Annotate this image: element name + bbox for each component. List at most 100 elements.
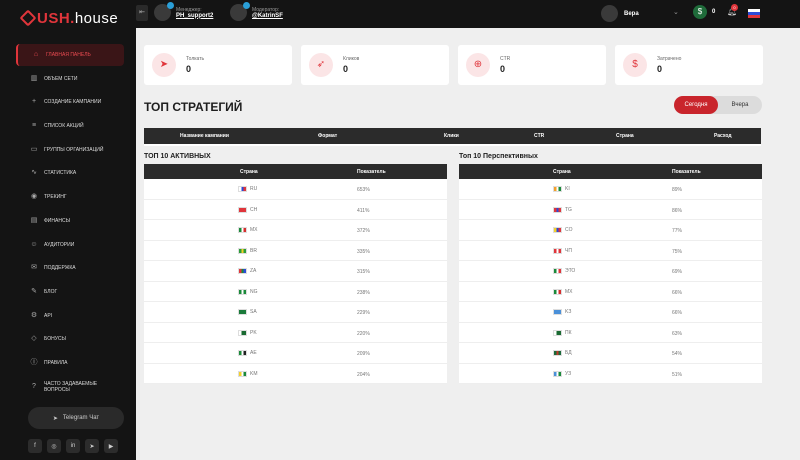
strategies-column[interactable]: Расход: [714, 133, 732, 139]
audience-icon: ☺: [30, 240, 38, 248]
collapse-sidebar-button[interactable]: ⇤: [136, 5, 148, 21]
indicator-value: 229%: [357, 310, 370, 316]
country-flag-icon: [553, 309, 562, 315]
table-row: KI 89%: [459, 179, 762, 200]
youtube-icon[interactable]: ▶: [104, 439, 118, 453]
instagram-icon[interactable]: ◎: [47, 439, 61, 453]
table-row: SA 229%: [144, 302, 447, 323]
country-flag-icon: [238, 186, 247, 192]
sidebar-item[interactable]: ⌂ Главная панель: [16, 44, 124, 66]
telegram-icon[interactable]: ➤: [85, 439, 99, 453]
sidebar-item[interactable]: ▭ Группы организаций: [16, 139, 124, 161]
country-cell: NG: [238, 288, 258, 295]
toggle-today[interactable]: Сегодня: [674, 96, 718, 114]
chevron-down-icon[interactable]: ⌄: [673, 8, 679, 16]
country-flag-icon: [238, 206, 247, 213]
table-header: Страна Показатель: [459, 164, 762, 179]
top-active-table: Страна Показатель RU 653% CH 411% MX 372% BR 33…: [144, 164, 447, 384]
strategies-column[interactable]: Страна: [616, 133, 634, 139]
sidebar-item-label: API: [44, 312, 53, 319]
stat-value: 0: [500, 64, 506, 74]
period-toggle[interactable]: Сегодня Вчера: [674, 96, 762, 114]
sidebar-item-label: Трекинг: [44, 194, 67, 201]
indicator-value: 315%: [357, 269, 370, 275]
col-value[interactable]: Показатель: [672, 169, 701, 175]
country-code: RU: [250, 186, 258, 192]
sidebar-menu: ⌂ Главная панель ▥ Объем сети + Создание камп…: [16, 44, 124, 399]
logo-text: USH.house: [37, 10, 118, 27]
sidebar-item[interactable]: ☺ Аудитории: [16, 234, 124, 256]
strategies-column[interactable]: CTR: [534, 133, 544, 139]
country-code: KЗ: [565, 309, 572, 315]
col-country[interactable]: Страна: [240, 169, 258, 175]
language-flag-icon[interactable]: [748, 9, 760, 18]
country-cell: УЗ: [553, 370, 571, 377]
table-row: RU 653%: [144, 179, 447, 200]
sidebar-item[interactable]: ≡ Список акций: [16, 115, 124, 137]
moderator-contact[interactable]: Модератор: @KatrinSF: [230, 2, 283, 21]
stat-card: ⊕ CTR 0: [458, 45, 606, 85]
strategies-table-header: Название кампании Формат Клики CTR Страна Рас…: [144, 128, 761, 144]
facebook-icon[interactable]: f: [28, 439, 42, 453]
indicator-value: 77%: [672, 228, 683, 234]
sidebar-item[interactable]: ✎ Блог: [16, 281, 124, 303]
sidebar-item-label: Аудитории: [44, 241, 75, 248]
social-links: f ◎ in ➤ ▶: [28, 439, 118, 453]
indicator-value: 238%: [357, 289, 370, 296]
country-code: ЧП: [565, 247, 572, 254]
table-row: TG 86%: [459, 200, 762, 220]
toggle-yesterday[interactable]: Вчера: [718, 96, 762, 114]
sidebar-item-label: Блог: [44, 288, 58, 295]
sidebar-item[interactable]: ? Часто задаваемые вопросы: [16, 376, 124, 398]
indicator-value: 66%: [672, 310, 683, 316]
country-flag-icon: [553, 206, 562, 213]
logo-suffix: house: [74, 9, 119, 27]
sidebar-item-label: Правила: [44, 359, 68, 366]
manager-handle[interactable]: PH_support2: [176, 13, 213, 19]
country-cell: PK: [238, 329, 257, 336]
sidebar-item[interactable]: ▥ Объем сети: [16, 68, 124, 90]
balance[interactable]: $ 0: [693, 5, 715, 19]
sidebar-item[interactable]: + Создание кампании: [16, 91, 124, 113]
sidebar-item-label: Бонусы: [44, 336, 66, 343]
sidebar-item[interactable]: ◉ Трекинг: [16, 186, 124, 208]
bell-icon[interactable]: 🔔︎ 0: [727, 4, 738, 17]
stat-value: 0: [657, 64, 663, 74]
strategies-column[interactable]: Формат: [318, 133, 337, 139]
sidebar-item-label: Финансы: [44, 217, 70, 224]
logo[interactable]: USH.house: [19, 8, 118, 28]
list-icon: ≡: [31, 122, 37, 130]
country-cell: ЧП: [553, 247, 572, 254]
col-country[interactable]: Страна: [553, 169, 571, 175]
sidebar-item[interactable]: ∿ Статистика: [16, 162, 124, 184]
col-value[interactable]: Показатель: [357, 169, 386, 175]
table-row: BR 335%: [144, 241, 447, 261]
country-code: ЭТО: [565, 268, 576, 274]
country-cell: ЭТО: [553, 268, 575, 274]
country-code: MX: [565, 288, 573, 295]
linkedin-icon[interactable]: in: [66, 439, 80, 453]
indicator-value: 372%: [357, 228, 370, 234]
main-content: ➤ Толкать 0 ➶ Кликов 0 ⊕ CTR 0 $ Затрачено 0 ТОП СТ…: [136, 28, 800, 460]
telegram-chat-button[interactable]: ➤ Telegram Чат: [28, 407, 124, 429]
country-flag-icon: [553, 329, 562, 336]
indicator-value: 63%: [672, 330, 683, 337]
country-cell: MX: [553, 288, 573, 295]
table-body: RU 653% CH 411% MX 372% BR 335% ZA 315% NG 238% SA 22…: [144, 179, 447, 384]
moderator-handle[interactable]: @KatrinSF: [252, 13, 283, 19]
sidebar-item[interactable]: ◇ Бонусы: [16, 328, 124, 350]
country-code: CO: [565, 227, 573, 233]
sidebar-item[interactable]: ▤ Финансы: [16, 210, 124, 232]
chart-icon: ▥: [30, 74, 38, 82]
country-cell: TG: [553, 206, 572, 213]
indicator-value: 86%: [672, 207, 683, 214]
table-header: Страна Показатель: [144, 164, 447, 179]
indicator-value: 220%: [357, 330, 370, 337]
sidebar-item[interactable]: ✉ Поддержка: [16, 257, 124, 279]
sidebar-item[interactable]: ⓘ Правила: [16, 352, 124, 374]
manager-contact[interactable]: Менеджер: PH_support2: [154, 2, 213, 21]
user-menu[interactable]: Вера: [601, 5, 639, 22]
strategies-column[interactable]: Название кампании: [180, 133, 229, 139]
sidebar-item[interactable]: ⚙ API: [16, 305, 124, 327]
strategies-column[interactable]: Клики: [444, 133, 459, 139]
